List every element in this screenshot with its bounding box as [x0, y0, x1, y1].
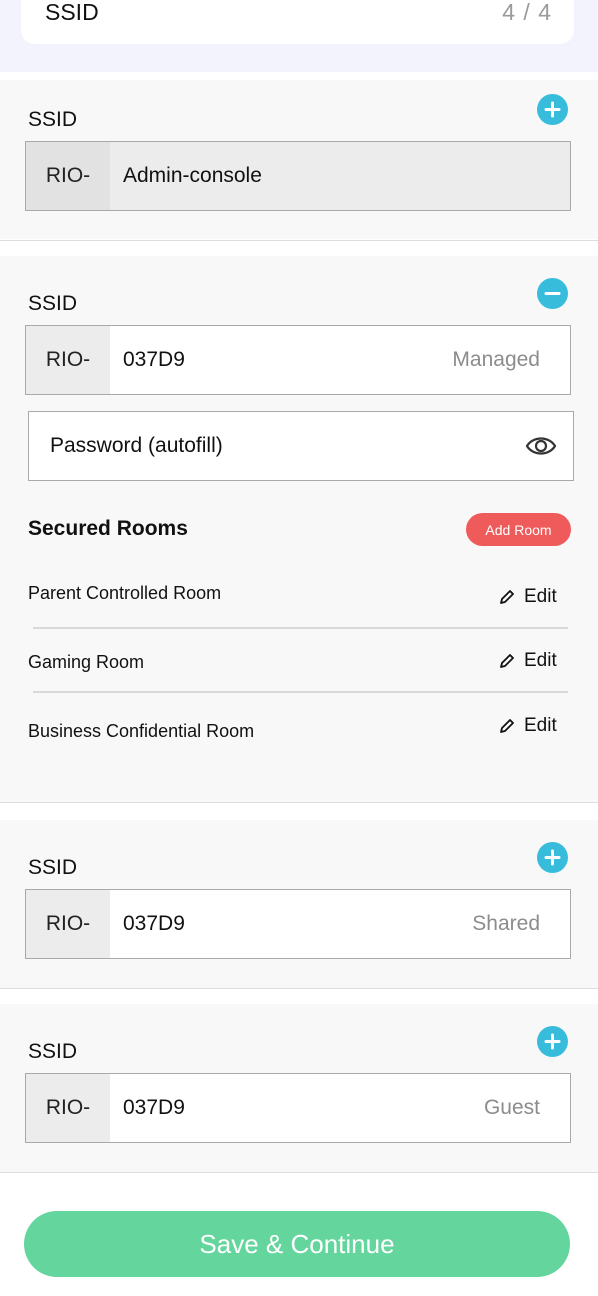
edit-label: Edit: [524, 715, 557, 736]
ssid-field-guest[interactable]: RIO- 037D9 Guest: [25, 1073, 571, 1143]
edit-label: Edit: [524, 650, 557, 671]
room-name: Gaming Room: [28, 652, 145, 672]
password-field[interactable]: Password (autofill): [28, 411, 574, 481]
minus-icon: [544, 292, 561, 295]
ssid-field-admin: RIO- Admin-console: [25, 141, 571, 211]
ssid-label: SSID: [28, 1040, 78, 1063]
ssid-type-label: Guest: [483, 1096, 540, 1119]
step-counter: 4 / 4: [502, 0, 552, 25]
edit-room-button[interactable]: Edit: [499, 715, 557, 737]
step-card: SSID 4 / 4: [21, 0, 574, 44]
ssid-field-shared[interactable]: RIO- 037D9 Shared: [25, 889, 571, 959]
ssid-prefix: RIO-: [26, 326, 110, 394]
pencil-icon: [500, 654, 514, 668]
divider: [0, 802, 598, 803]
divider: [0, 988, 598, 989]
ssid-value: 037D9: [123, 348, 185, 371]
add-room-button[interactable]: Add Room: [466, 513, 571, 546]
edit-room-button[interactable]: Edit: [499, 586, 557, 608]
room-name: Business Confidential Room: [28, 721, 255, 741]
ssid-value: 037D9: [123, 1096, 185, 1119]
ssid-label: SSID: [28, 856, 78, 879]
room-name: Parent Controlled Room: [28, 583, 222, 603]
plus-icon: [544, 1033, 561, 1050]
ssid-type-label: Managed: [452, 348, 540, 371]
password-placeholder: Password (autofill): [50, 434, 223, 457]
ssid-field-managed[interactable]: RIO- 037D9 Managed: [25, 325, 571, 395]
secured-rooms-title: Secured Rooms: [28, 517, 188, 540]
ssid-value: Admin-console: [123, 164, 262, 187]
pencil-icon: [500, 590, 514, 604]
plus-icon: [544, 849, 561, 866]
ssid-type-label: Shared: [472, 912, 540, 935]
add-network-button[interactable]: [537, 94, 568, 125]
ssid-prefix: RIO-: [26, 890, 110, 958]
ssid-value: 037D9: [123, 912, 185, 935]
plus-icon: [544, 101, 561, 118]
remove-network-button[interactable]: [537, 278, 568, 309]
divider: [0, 1172, 598, 1173]
ssid-prefix: RIO-: [26, 1074, 110, 1142]
divider: [0, 240, 598, 241]
add-network-button[interactable]: [537, 1026, 568, 1057]
ssid-prefix: RIO-: [26, 142, 110, 210]
step-title: SSID: [45, 0, 99, 25]
add-network-button[interactable]: [537, 842, 568, 873]
room-divider: [33, 691, 568, 693]
edit-room-button[interactable]: Edit: [499, 650, 557, 672]
ssid-label: SSID: [28, 108, 78, 131]
room-divider: [33, 627, 568, 629]
eye-icon[interactable]: [525, 433, 557, 459]
pencil-icon: [500, 719, 514, 733]
ssid-label: SSID: [28, 292, 78, 315]
edit-label: Edit: [524, 586, 557, 607]
save-continue-button[interactable]: Save & Continue: [24, 1211, 570, 1277]
